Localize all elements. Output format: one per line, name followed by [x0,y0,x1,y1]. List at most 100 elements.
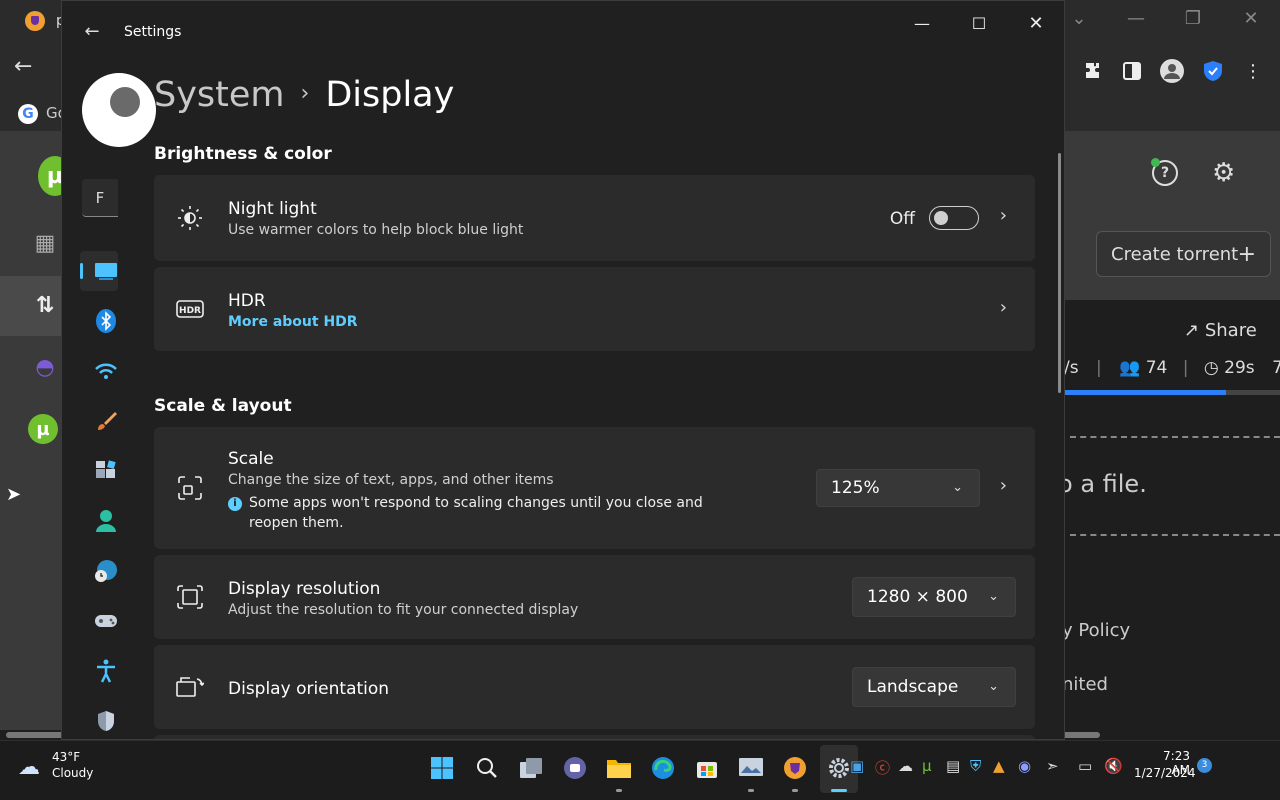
teams-chat-icon[interactable] [560,753,590,783]
more-about-hdr-link[interactable]: More about HDR [228,314,358,330]
task-view-icon[interactable] [516,753,546,783]
settings-vertical-scrollbar[interactable] [1058,153,1061,393]
discord-tray-icon[interactable]: ◉ [1018,757,1031,775]
display-orientation-dropdown[interactable]: Landscape ⌄ [852,667,1016,707]
google-icon[interactable]: G [18,104,38,124]
nav-accessibility-icon[interactable] [94,659,118,683]
app-gear-icon[interactable]: ⚙ [1212,158,1235,188]
brave-tab-icon[interactable] [25,11,45,31]
browser-close-icon[interactable]: ✕ [1236,8,1266,29]
display-orientation-card[interactable]: Display orientation Landscape ⌄ [154,645,1035,729]
night-light-card[interactable]: Night light Use warmer colors to help bl… [154,175,1035,261]
privacy-policy-link[interactable]: y Policy [1062,620,1130,641]
share-button[interactable]: ↗ Share [1184,320,1257,341]
brave-running-indicator [792,789,798,792]
breadcrumb-system[interactable]: System [154,75,285,115]
orientation-icon [176,673,204,701]
file-explorer-icon[interactable] [604,753,634,783]
nav-gaming-icon[interactable] [94,609,118,633]
night-light-icon [176,204,204,232]
drop-zone-top-border [1070,436,1280,438]
settings-running-indicator [831,789,847,792]
browser-tab-list-icon[interactable]: ⌄ [1064,8,1094,29]
browser-minimize-icon[interactable]: — [1121,8,1151,29]
night-light-state: Off [889,209,915,229]
utorrent-tray-icon[interactable]: µ [922,757,932,775]
browser-menu-icon[interactable]: ⋮ [1240,58,1266,84]
settings-window: ← Settings — ☐ ✕ F System › Display Brig… [61,0,1065,740]
display-orientation-title: Display orientation [228,679,390,699]
clock-icon: ◷ [1203,358,1219,378]
find-setting-input[interactable]: F [82,179,118,217]
defender-tray-icon[interactable]: ⛨ [970,757,981,775]
drop-zone-text[interactable]: o a file. [1058,470,1147,498]
search-icon[interactable] [472,753,502,783]
display-resolution-dropdown[interactable]: 1280 × 800 ⌄ [852,577,1016,617]
nav-privacy-security-icon[interactable] [94,709,118,733]
photos-icon[interactable] [736,753,766,783]
weather-condition[interactable]: Cloudy [52,766,93,780]
profile-icon[interactable] [1159,58,1185,84]
edge-icon[interactable] [648,753,678,783]
settings-close-icon[interactable]: ✕ [1016,11,1056,35]
display-resolution-card[interactable]: Display resolution Adjust the resolution… [154,555,1035,639]
scale-card[interactable]: Scale Change the size of text, apps, and… [154,427,1035,549]
speed-icon[interactable]: ◓ [28,350,62,384]
sidebar-toggle-icon[interactable] [1119,58,1145,84]
file-explorer-running-indicator [616,789,622,792]
teams-tray-icon[interactable]: ▣ [850,757,864,775]
creative-cloud-tray-icon[interactable]: ⓒ [875,757,890,778]
store-icon[interactable] [692,753,722,783]
nav-bluetooth-icon[interactable] [94,309,118,333]
network-tray-icon[interactable]: ▭ [1078,757,1092,775]
photos-running-indicator [748,789,754,792]
brave-icon[interactable] [780,753,810,783]
nav-apps-icon[interactable] [94,459,118,483]
user-avatar[interactable] [82,73,156,147]
notification-badge[interactable]: 3 [1197,758,1212,773]
footer-company-text: nited [1062,674,1108,695]
settings-nav: F [62,61,156,739]
display-resolution-value: 1280 × 800 [867,587,968,607]
settings-maximize-icon[interactable]: ☐ [959,11,999,35]
chevron-right-icon[interactable]: › [1000,205,1007,226]
chevron-right-icon[interactable]: › [1000,475,1007,496]
nav-network-icon[interactable] [94,359,118,383]
breadcrumb: System › Display [154,75,454,115]
taskbar: ☁ 43°F Cloudy ▣ ⓒ ☁ µ ▤ ⛨ ▲ ◉ ➣ ▭ 🔇 7:23… [0,740,1280,800]
night-light-subtitle: Use warmer colors to help block blue lig… [228,222,524,238]
chevron-right-icon[interactable]: › [1000,297,1007,318]
scale-title: Scale [228,449,274,469]
chevron-down-icon: ⌄ [988,678,999,694]
cloud-icon[interactable]: ☁ [18,755,40,780]
dashboard-icon[interactable]: ▦ [28,226,62,260]
volume-muted-icon[interactable]: 🔇 [1104,757,1123,775]
onedrive-tray-icon[interactable]: ☁ [898,757,913,775]
start-windows-icon[interactable] [427,753,457,783]
settings-back-icon[interactable]: ← [80,21,104,42]
vlc-tray-icon[interactable]: ▲ [993,757,1005,775]
shield-extension-icon[interactable] [1200,58,1226,84]
hdr-badge-text: HDR [179,306,201,316]
transfers-icon[interactable]: ⇅ [28,288,62,322]
weather-temperature[interactable]: 43°F [52,750,80,764]
utorrent-app-icon[interactable]: µ [28,414,58,444]
create-torrent-label: Create torrent [1111,243,1239,265]
location-tray-icon[interactable]: ➣ [1046,757,1059,775]
nav-accounts-icon[interactable] [94,509,118,533]
scale-dropdown[interactable]: 125% ⌄ [816,469,980,507]
stats-speed: /s [1064,358,1079,378]
drive-tray-icon[interactable]: ▤ [946,757,960,775]
nav-time-language-icon[interactable] [94,559,118,583]
create-torrent-button[interactable]: Create torrent + [1096,231,1271,277]
clock-date[interactable]: 1/27/2024 [1134,766,1196,780]
nav-personalization-icon[interactable] [94,409,118,433]
torrent-stats: /s | 👥 74 | ◷ 29s 72 [1064,358,1280,378]
hdr-card[interactable]: HDR HDR More about HDR › [154,267,1035,351]
nav-system-icon[interactable] [94,259,118,283]
night-light-toggle[interactable] [929,206,979,230]
settings-minimize-icon[interactable]: — [902,11,942,35]
browser-back-icon[interactable]: ← [14,54,32,79]
browser-restore-icon[interactable]: ❐ [1178,8,1208,29]
extensions-icon[interactable] [1080,58,1106,84]
